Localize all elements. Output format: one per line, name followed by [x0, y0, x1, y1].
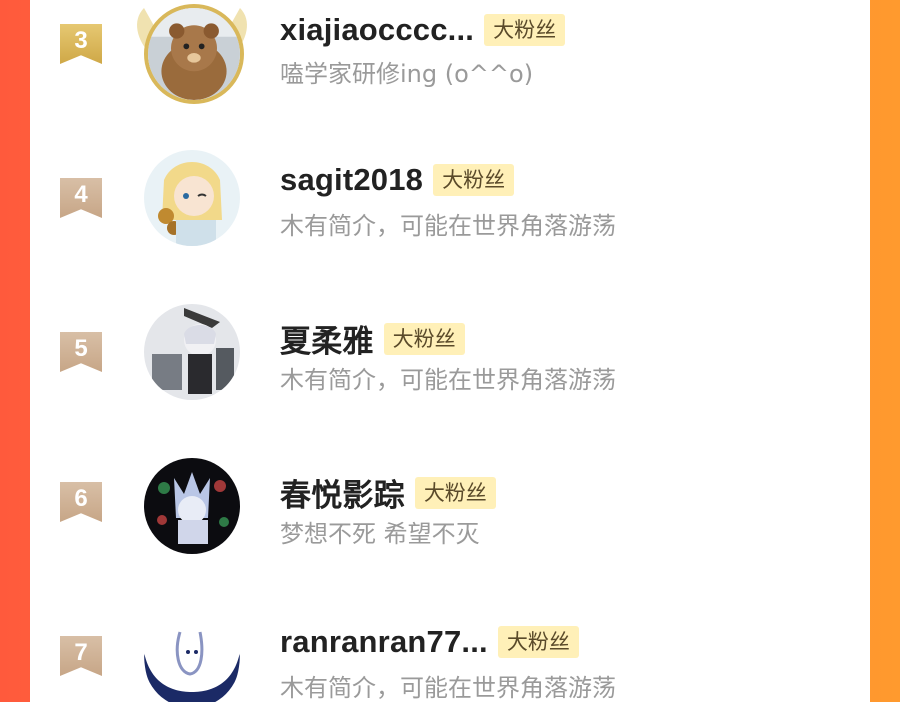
rank-number: 5 [74, 335, 88, 362]
fan-bio: 木有简介，可能在世界角落游荡 [280, 212, 616, 240]
fan-row-6[interactable]: 6 春悦影踪 大粉丝 梦想不死 希望不灭 [30, 446, 870, 566]
fan-bio: 木有简介，可能在世界角落游荡 [280, 674, 616, 702]
fan-name[interactable]: xiajiaocccc... [280, 12, 474, 48]
rank-number: 4 [74, 181, 88, 208]
rank-number: 7 [74, 639, 88, 666]
avatar[interactable] [144, 4, 244, 104]
big-fan-badge: 大粉丝 [484, 14, 566, 46]
fan-name-line: 夏柔雅 大粉丝 [280, 316, 465, 361]
big-fan-badge: 大粉丝 [497, 626, 579, 658]
fan-name-line: 春悦影踪 大粉丝 [280, 470, 496, 515]
fan-name-line: ranranran77... 大粉丝 [280, 624, 579, 660]
avatar[interactable] [144, 304, 240, 400]
fan-row-7[interactable]: 7 ranranran77... 大粉丝 木有简介，可能在世界角落游荡 [30, 600, 870, 702]
rank-ribbon-icon: 6 [60, 482, 102, 522]
fan-bio: 嗑学家研修ing (o^^o) [280, 60, 534, 88]
fan-name[interactable]: sagit2018 [280, 162, 423, 198]
fan-name[interactable]: 夏柔雅 [280, 316, 374, 361]
avatar[interactable] [144, 612, 240, 702]
fan-name[interactable]: ranranran77... [280, 624, 488, 660]
rank-ribbon-icon: 7 [60, 636, 102, 676]
fan-bio: 梦想不死 希望不灭 [280, 520, 480, 548]
rank-number: 3 [74, 27, 88, 54]
fan-row-4[interactable]: 4 sagit2018 大粉丝 木有简介，可能在世界角落游荡 [30, 138, 870, 258]
big-fan-badge: 大粉丝 [383, 322, 465, 355]
fan-row-5[interactable]: 5 夏柔雅 大粉丝 木有简介，可能在世界角落游荡 [30, 292, 870, 412]
fan-list-panel: 3 xiajiaocccc... 大粉丝 嗑学家研修ing (o^^o) 4 s… [30, 0, 870, 702]
fan-ranking-frame: 3 xiajiaocccc... 大粉丝 嗑学家研修ing (o^^o) 4 s… [0, 0, 900, 702]
fan-name[interactable]: 春悦影踪 [280, 470, 405, 515]
rank-ribbon-icon: 3 [60, 24, 102, 64]
rank-ribbon-icon: 5 [60, 332, 102, 372]
big-fan-badge: 大粉丝 [414, 476, 496, 509]
fan-row-3[interactable]: 3 xiajiaocccc... 大粉丝 嗑学家研修ing (o^^o) [30, 0, 870, 104]
fan-name-line: xiajiaocccc... 大粉丝 [280, 12, 566, 48]
avatar[interactable] [144, 458, 240, 554]
rank-ribbon-icon: 4 [60, 178, 102, 218]
big-fan-badge: 大粉丝 [433, 164, 515, 196]
rank-number: 6 [74, 485, 88, 512]
avatar[interactable] [144, 150, 240, 246]
fan-name-line: sagit2018 大粉丝 [280, 162, 515, 198]
fan-bio: 木有简介，可能在世界角落游荡 [280, 366, 616, 394]
